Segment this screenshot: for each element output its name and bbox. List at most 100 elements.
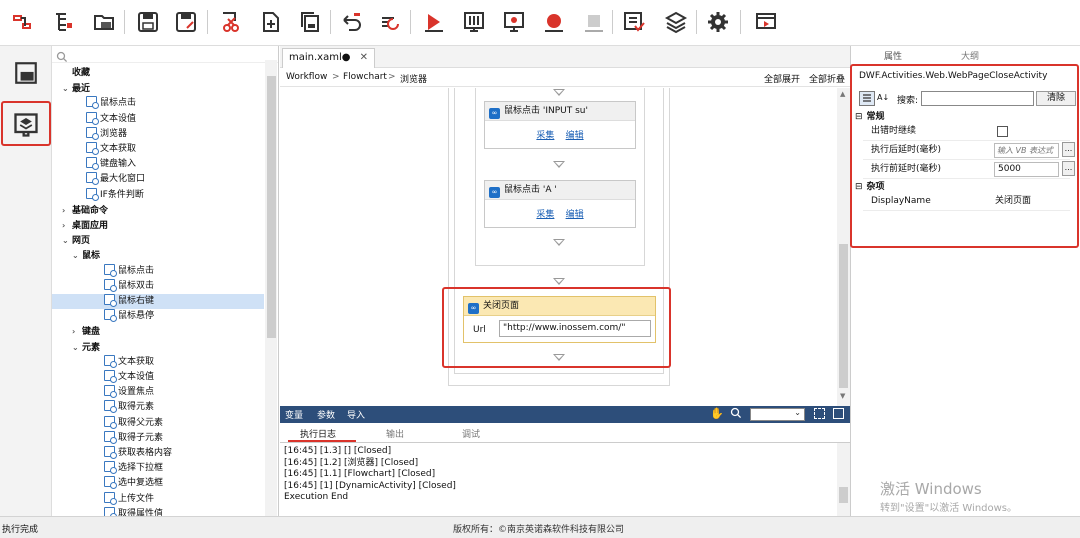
add-icon[interactable] xyxy=(256,8,284,36)
tree-scrollbar-thumb[interactable] xyxy=(267,76,276,338)
save-icon[interactable] xyxy=(134,8,162,36)
tree-item[interactable]: 浏览器 xyxy=(86,126,128,142)
tree-item[interactable]: 鼠标点击 xyxy=(104,263,154,279)
drop-arrow xyxy=(553,161,565,168)
tree-item[interactable]: 鼠标悬停 xyxy=(104,309,154,324)
tree-item[interactable]: 取得父元素 xyxy=(104,415,163,431)
tab-properties[interactable]: 属性 xyxy=(884,49,902,62)
activity-click-input[interactable]: ∞ 鼠标点击 'INPUT su' 采集 编辑 xyxy=(484,101,636,149)
tree-icon[interactable] xyxy=(50,8,78,36)
tree-item[interactable]: 文本获取 xyxy=(86,142,136,157)
tree-item[interactable]: IF条件判断 xyxy=(86,187,144,203)
tree-item[interactable]: 取得子元素 xyxy=(104,430,164,446)
log-scrollbar[interactable] xyxy=(837,443,850,516)
cut-icon[interactable] xyxy=(216,8,244,36)
tree-item[interactable]: 键盘输入 xyxy=(86,157,136,172)
stop-icon[interactable] xyxy=(580,8,608,36)
tree-item[interactable]: 鼠标双击 xyxy=(104,278,154,294)
tree-item-label: 取得子元素 xyxy=(118,432,164,443)
tab-arguments[interactable]: 参数 xyxy=(317,408,335,421)
breadcrumb-item-flowchart[interactable]: Flowchart xyxy=(343,72,387,82)
tab-variables[interactable]: 变量 xyxy=(285,408,303,421)
zoom-icon[interactable] xyxy=(730,407,742,422)
zoom-select[interactable]: ⌄ xyxy=(750,408,805,421)
folders-icon[interactable] xyxy=(90,8,118,36)
tree-group[interactable]: ⌄ 最近 xyxy=(62,81,90,96)
tab-main-xaml[interactable]: main.xaml● ✕ xyxy=(282,48,376,68)
undo-icon[interactable] xyxy=(338,8,366,36)
chevron-down-icon[interactable]: ⌄ xyxy=(62,81,72,96)
tree-item[interactable]: 文本设值 xyxy=(86,111,136,127)
tree-item[interactable]: 取得元素 xyxy=(104,400,154,415)
collect-link[interactable]: 采集 xyxy=(536,131,554,141)
chevron-right-icon[interactable]: › xyxy=(62,218,72,233)
fit-to-screen-icon[interactable] xyxy=(814,408,825,419)
redo-icon[interactable] xyxy=(376,8,404,36)
tree-item-label: 鼠标点击 xyxy=(100,98,137,109)
activity-click-a[interactable]: ∞ 鼠标点击 'A ' 采集 编辑 xyxy=(484,180,636,228)
tree-item[interactable]: 设置焦点 xyxy=(104,385,154,400)
record-icon[interactable] xyxy=(540,8,568,36)
log-scrollbar-thumb[interactable] xyxy=(839,487,848,503)
tree-item[interactable]: 鼠标右键 xyxy=(52,294,264,309)
overview-icon[interactable] xyxy=(833,408,844,419)
tree-group[interactable]: › 桌面应用 xyxy=(62,218,108,233)
activity-item-icon xyxy=(86,187,99,201)
chevron-right-icon[interactable]: › xyxy=(62,203,72,218)
tree-item-label: 文本获取 xyxy=(118,356,155,367)
layers-icon[interactable] xyxy=(662,8,690,36)
expand-all-button[interactable]: 全部展开 xyxy=(764,72,800,85)
activity-item-icon xyxy=(86,96,99,110)
checklist-icon[interactable] xyxy=(620,8,648,36)
connect-icon[interactable] xyxy=(8,8,36,36)
tree-group[interactable]: ⌄ 鼠标 xyxy=(72,248,100,263)
tree-group[interactable]: ⌄ 网页 xyxy=(62,233,90,248)
settings-icon[interactable] xyxy=(704,8,732,36)
tree-item[interactable]: 上传文件 xyxy=(104,491,154,507)
tree-group[interactable]: › 键盘 xyxy=(72,324,100,339)
tree-search-icon[interactable] xyxy=(56,51,68,66)
highlight-box-left xyxy=(1,101,51,146)
tab-debug[interactable]: 调试 xyxy=(462,427,480,440)
save-as-icon[interactable] xyxy=(172,8,200,36)
activity-item-icon xyxy=(104,400,117,414)
tree-group[interactable]: ⌄ 元素 xyxy=(72,340,100,355)
chevron-down-icon[interactable]: ⌄ xyxy=(72,340,82,355)
copy-icon[interactable] xyxy=(296,8,324,36)
breadcrumb-item-browser[interactable]: 浏览器 xyxy=(400,72,427,85)
debug-icon[interactable] xyxy=(460,8,488,36)
tree-item[interactable]: 选择下拉框 xyxy=(104,461,163,476)
hand-icon[interactable]: ✋ xyxy=(710,407,724,420)
breadcrumb-item-workflow[interactable]: Workflow xyxy=(286,72,327,82)
tree-item[interactable]: 文本设值 xyxy=(104,370,154,385)
tree-group[interactable]: › 基础命令 xyxy=(62,203,108,218)
tree-group[interactable]: 收藏 xyxy=(62,66,90,81)
tree-item[interactable]: 选中复选框 xyxy=(104,476,163,491)
chevron-down-icon[interactable]: ⌄ xyxy=(72,248,82,263)
edit-link[interactable]: 编辑 xyxy=(566,131,584,141)
tab-imports[interactable]: 导入 xyxy=(347,408,365,421)
tree-item-label: 浏览器 xyxy=(100,128,128,139)
chevron-down-icon[interactable]: ⌄ xyxy=(62,233,72,248)
tree-item-label: IF条件判断 xyxy=(100,189,144,200)
tree-item[interactable]: 获取表格内容 xyxy=(104,446,172,461)
toolbox-icon[interactable] xyxy=(13,60,39,86)
collect-link[interactable]: 采集 xyxy=(536,210,554,220)
edit-link[interactable]: 编辑 xyxy=(566,210,584,220)
monitor-icon[interactable] xyxy=(500,8,528,36)
tree-item-label: 鼠标右键 xyxy=(118,296,155,306)
tab-output[interactable]: 输出 xyxy=(386,427,404,440)
tree-item[interactable]: 取得属性值 xyxy=(104,506,163,516)
video-icon[interactable] xyxy=(752,8,780,36)
chevron-right-icon[interactable]: › xyxy=(72,324,82,339)
editor-scrollbar-thumb[interactable] xyxy=(839,244,848,388)
tree-item[interactable]: 鼠标点击 xyxy=(86,96,136,111)
collapse-all-button[interactable]: 全部折叠 xyxy=(809,72,845,85)
tab-outline[interactable]: 大纲 xyxy=(961,49,979,62)
tree-item[interactable]: 文本获取 xyxy=(104,354,155,370)
tab-execution-log[interactable]: 执行日志 xyxy=(300,427,336,440)
web-activity-icon: ∞ xyxy=(489,108,500,119)
run-icon[interactable] xyxy=(420,8,448,36)
close-icon[interactable]: ✕ xyxy=(360,52,368,63)
tree-item[interactable]: 最大化窗口 xyxy=(86,172,145,187)
